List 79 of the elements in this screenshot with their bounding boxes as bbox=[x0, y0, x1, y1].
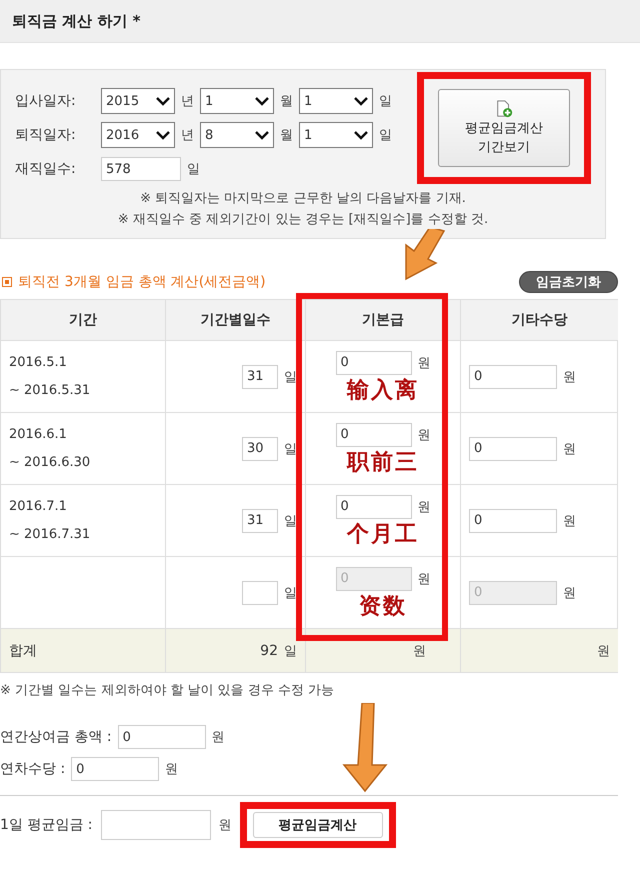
field-label: 연간상여금 총액 : bbox=[0, 728, 112, 746]
annotation-text: 职前三 bbox=[347, 448, 419, 474]
allowance-field[interactable]: 0 bbox=[469, 436, 557, 460]
chevron-icon bbox=[156, 130, 170, 140]
field-label: 입사일자: bbox=[15, 92, 77, 110]
reset-button[interactable]: 임금초기화 bbox=[519, 271, 618, 293]
column-header: 기본급 bbox=[305, 300, 460, 341]
unit-label: 원 bbox=[418, 426, 430, 444]
unit-label: 원 bbox=[563, 512, 576, 530]
days-field[interactable]: 31 bbox=[242, 364, 278, 388]
chevron-icon bbox=[255, 96, 269, 106]
table-cell: 92 bbox=[260, 642, 278, 658]
chevron-icon bbox=[255, 130, 269, 140]
unit-label: 원 bbox=[563, 440, 576, 458]
month-select[interactable]: 1 bbox=[200, 88, 274, 114]
note-text: ※ 재직일수 중 제외기간이 있는 경우는 [재직일수]를 수정할 것. bbox=[118, 211, 488, 229]
days-field[interactable] bbox=[242, 580, 278, 604]
unit-label: 일 bbox=[379, 127, 392, 144]
unit-label: 월 bbox=[280, 93, 293, 110]
note-text: ※ 퇴직일자는 마지막으로 근무한 날의 다음날자를 기재. bbox=[140, 190, 466, 208]
column-header: 기간 bbox=[0, 300, 165, 341]
period-button[interactable]: 평균임금계산 기간보기 bbox=[438, 89, 570, 167]
unit-label: 원 bbox=[212, 729, 225, 746]
table-cell: 합계 bbox=[9, 642, 37, 660]
section-title: 퇴직전 3개월 임금 총액 계산(세전금액) bbox=[18, 273, 266, 291]
unit-label: 년 bbox=[181, 93, 194, 110]
unit-label: 일 bbox=[379, 93, 392, 110]
unit-label: 원 bbox=[165, 761, 178, 778]
amount-field[interactable]: 0 bbox=[118, 725, 206, 749]
unit-label: 월 bbox=[280, 127, 293, 144]
unit-label: 원 bbox=[418, 354, 430, 372]
year-select[interactable]: 2016 bbox=[101, 122, 175, 148]
month-select[interactable]: 8 bbox=[200, 122, 274, 148]
note-text: ※ 기간별 일수는 제외하여야 할 날이 있을 경우 수정 가능 bbox=[0, 682, 336, 699]
unit-label: 일 bbox=[284, 642, 297, 660]
average-wage-field[interactable] bbox=[100, 810, 211, 840]
unit-label: 원 bbox=[563, 368, 576, 386]
field-label: 1일 평균임금 : bbox=[0, 816, 93, 834]
calculate-button[interactable]: 평균임금계산 bbox=[252, 812, 383, 838]
chevron-icon bbox=[156, 96, 170, 106]
unit-label: 원 bbox=[418, 570, 430, 588]
base-pay-field[interactable]: 0 bbox=[336, 350, 412, 374]
day-select[interactable]: 1 bbox=[299, 122, 373, 148]
unit-label: 일 bbox=[284, 440, 297, 458]
year-select[interactable]: 2015 bbox=[101, 88, 175, 114]
document-plus-icon bbox=[495, 100, 513, 118]
amount-field[interactable]: 0 bbox=[71, 757, 160, 781]
tenure-field[interactable]: 578 bbox=[101, 157, 181, 181]
column-header: 기간별일수 bbox=[165, 300, 305, 341]
page-title: 퇴직금 계산 하기 * bbox=[12, 12, 141, 30]
unit-label: 일 bbox=[187, 161, 200, 178]
unit-label: 원 bbox=[218, 817, 232, 834]
allowance-field[interactable]: 0 bbox=[469, 508, 557, 532]
unit-label: 일 bbox=[284, 512, 297, 530]
base-pay-field[interactable]: 0 bbox=[336, 494, 412, 518]
allowance-field[interactable]: 0 bbox=[469, 364, 557, 388]
unit-label: 원 bbox=[563, 584, 576, 602]
table-cell-text: 2016.6.1 ~ 2016.6.30 bbox=[9, 426, 90, 472]
unit-label: 원 bbox=[413, 642, 426, 660]
field-label: 연차수당 : bbox=[0, 760, 66, 778]
annotation-text: 输入离 bbox=[347, 376, 419, 402]
unit-label: 원 bbox=[418, 498, 430, 516]
days-field[interactable]: 30 bbox=[242, 436, 278, 460]
chevron-icon bbox=[354, 130, 368, 140]
chevron-icon bbox=[354, 96, 368, 106]
field-label: 퇴직일자: bbox=[15, 126, 77, 144]
unit-label: 년 bbox=[181, 127, 194, 144]
column-header: 기타수당 bbox=[460, 300, 618, 341]
day-select[interactable]: 1 bbox=[299, 88, 373, 114]
unit-label: 원 bbox=[597, 642, 610, 660]
unit-label: 일 bbox=[284, 584, 297, 602]
table-cell-text: 2016.5.1 ~ 2016.5.31 bbox=[9, 354, 90, 400]
table-cell-text: 2016.7.1 ~ 2016.7.31 bbox=[9, 498, 90, 544]
unit-label: 일 bbox=[284, 368, 297, 386]
annotation-text: 个月工 bbox=[347, 520, 419, 546]
base-pay-field[interactable]: 0 bbox=[336, 422, 412, 446]
days-field[interactable]: 31 bbox=[242, 508, 278, 532]
field-label: 재직일수: bbox=[15, 160, 77, 178]
annotation-text: 资数 bbox=[359, 592, 407, 618]
